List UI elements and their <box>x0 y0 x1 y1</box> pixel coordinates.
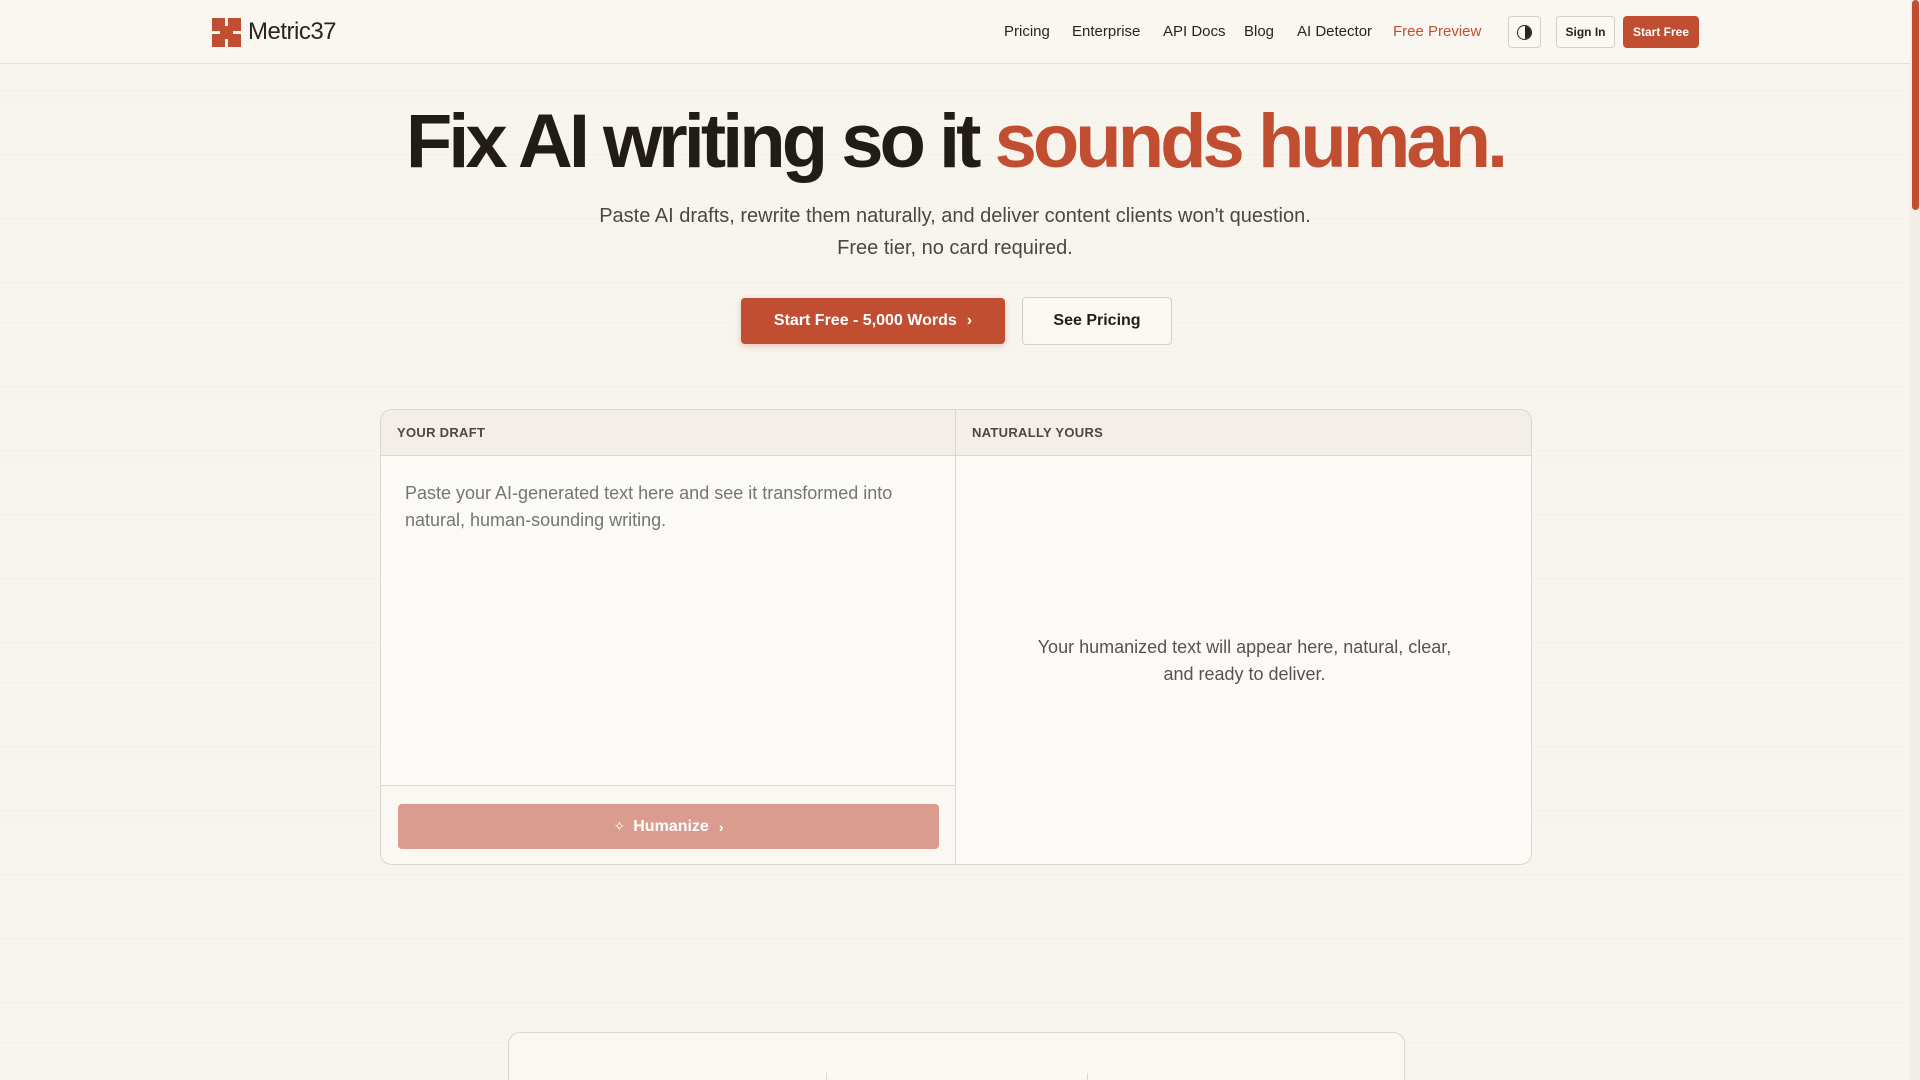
features-card <box>508 1032 1405 1080</box>
brand-name: Metric37 <box>248 18 337 45</box>
magic-wand-icon: ✧ <box>613 818 626 834</box>
output-pane: NATURALLY YOURS Your humanized text will… <box>956 410 1531 864</box>
output-area: Your humanized text will appear here, na… <box>956 456 1531 864</box>
page: Metric37 Pricing Enterprise API Docs Blo… <box>0 0 1910 1080</box>
hero-subtitle-line1: Paste AI drafts, rewrite them naturally,… <box>599 205 1311 227</box>
start-free-cta-button[interactable]: Start Free - 5,000 Words › <box>741 298 1005 344</box>
nav-link-enterprise[interactable]: Enterprise <box>1072 23 1140 40</box>
scrollbar-thumb[interactable] <box>1912 0 1919 210</box>
draft-pane-header: YOUR DRAFT <box>381 410 955 456</box>
nav-link-free-preview[interactable]: Free Preview <box>1393 23 1481 40</box>
humanize-label: Humanize <box>633 817 709 835</box>
hero-title: Fix AI writing so it sounds human. <box>0 98 1910 185</box>
humanize-button[interactable]: ✧ Humanize › <box>398 804 939 849</box>
page-scrollbar[interactable] <box>1910 0 1920 1080</box>
nav-link-ai-detector[interactable]: AI Detector <box>1297 23 1372 40</box>
top-nav: Metric37 Pricing Enterprise API Docs Blo… <box>0 0 1910 64</box>
nav-link-pricing[interactable]: Pricing <box>1004 23 1050 40</box>
hero-title-main: Fix AI writing so it <box>405 99 995 184</box>
sign-in-button[interactable]: Sign In <box>1556 16 1615 48</box>
nav-link-api-docs[interactable]: API Docs <box>1163 23 1226 40</box>
output-pane-header: NATURALLY YOURS <box>956 410 1531 456</box>
start-free-cta-label: Start Free - 5,000 Words <box>773 312 957 329</box>
output-placeholder: Your humanized text will appear here, na… <box>1037 637 1452 684</box>
theme-toggle-button[interactable] <box>1508 16 1541 48</box>
see-pricing-button[interactable]: See Pricing <box>1022 297 1172 345</box>
hero-subtitle-line2: Free tier, no card required. <box>837 237 1073 259</box>
draft-footer: ✧ Humanize › <box>381 785 955 864</box>
hero-title-accent: sounds human. <box>994 99 1509 184</box>
draft-input[interactable] <box>381 456 955 785</box>
brand-logo[interactable]: Metric37 <box>212 17 337 47</box>
nav-link-blog[interactable]: Blog <box>1244 23 1274 40</box>
contrast-icon <box>1517 24 1532 40</box>
logo-mark-icon <box>212 17 241 47</box>
draft-pane: YOUR DRAFT ✧ Humanize › <box>381 410 956 864</box>
chevron-right-icon: › <box>718 818 724 835</box>
humanizer-editor: YOUR DRAFT ✧ Humanize › NATURALLY YOURS … <box>380 409 1532 865</box>
chevron-right-icon: › <box>966 312 973 329</box>
start-free-nav-button[interactable]: Start Free <box>1623 16 1699 48</box>
